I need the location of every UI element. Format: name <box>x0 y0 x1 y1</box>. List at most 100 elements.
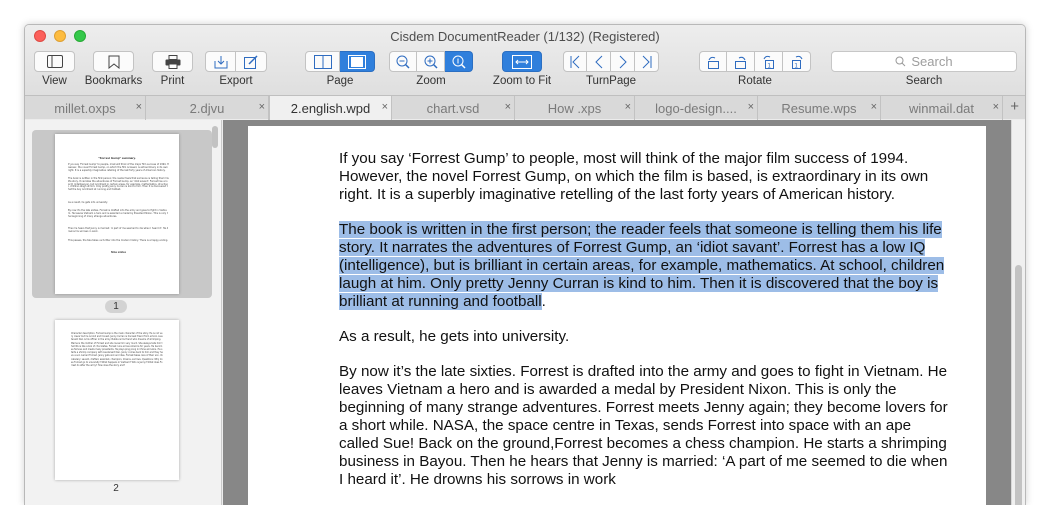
thumbnail-text: As a result, he gets into university. <box>68 201 108 204</box>
close-tab-icon[interactable]: × <box>748 101 754 113</box>
chevron-left-icon <box>594 55 602 68</box>
rotate-page-left-icon: 1 <box>763 55 774 69</box>
fit-width-icon <box>512 54 532 69</box>
printer-icon <box>165 54 180 69</box>
zoom-in-icon <box>424 55 438 69</box>
chevron-right-icon <box>619 55 627 68</box>
next-page-button[interactable] <box>611 51 635 72</box>
zoom-to-fit-button[interactable] <box>502 51 542 72</box>
svg-text:1: 1 <box>767 62 771 69</box>
close-tab-icon[interactable]: × <box>505 101 511 113</box>
page-thumbnail-1[interactable]: "Forrest Gump" summary. If you say 'Forr… <box>55 134 179 294</box>
view-button[interactable] <box>34 51 75 72</box>
two-column-icon <box>313 54 332 69</box>
export-label: Export <box>219 75 253 87</box>
paragraph-tail: . <box>541 293 546 310</box>
rotate-right-icon <box>734 56 746 69</box>
search-label: Search <box>905 75 943 87</box>
thumbnail-title: "Forrest Gump" summary. <box>98 156 136 160</box>
page-label: Page <box>326 75 354 87</box>
paragraph: As a result, he gets into university. <box>339 328 570 345</box>
window-title: Cisdem DocumentReader (1/132) (Registere… <box>390 29 660 44</box>
thumbnail-text: By now it's the late sixties. Forrest is… <box>68 209 168 218</box>
rotate-right-button[interactable] <box>727 51 755 72</box>
svg-text:1: 1 <box>794 62 798 69</box>
rotate-page-right-button[interactable]: 1 <box>783 51 811 72</box>
close-tab-icon[interactable]: × <box>382 101 388 113</box>
thumbnail-signature: Nina smiles <box>111 251 126 254</box>
document-text[interactable]: If you say ‘Forrest Gump’ to people, mos… <box>339 150 954 505</box>
new-tab-button[interactable]: + <box>1010 98 1019 115</box>
document-page: If you say ‘Forrest Gump’ to people, mos… <box>248 126 986 505</box>
page-layout-icon <box>348 54 366 69</box>
sidebar-scrollbar[interactable] <box>212 126 218 148</box>
zoom-label: Zoom <box>416 75 446 87</box>
page-number-1: 1 <box>105 300 127 313</box>
rotate-page-left-button[interactable]: 1 <box>755 51 783 72</box>
search-input[interactable]: Search <box>831 51 1017 72</box>
rotate-left-icon <box>708 56 719 69</box>
document-viewer: If you say ‘Forrest Gump’ to people, mos… <box>223 120 1025 505</box>
export-download-button[interactable] <box>205 51 236 72</box>
document-scroll-thumb[interactable] <box>1015 265 1022 505</box>
tab-resume-wps[interactable]: Resume.wps × <box>758 96 881 120</box>
search-placeholder: Search <box>911 54 953 69</box>
bookmark-icon <box>108 55 119 69</box>
actual-size-button[interactable] <box>445 51 473 72</box>
close-tab-icon[interactable]: × <box>993 101 999 113</box>
paragraph: If you say ‘Forrest Gump’ to people, mos… <box>339 150 929 203</box>
document-scrollbar[interactable] <box>1011 120 1025 505</box>
rotate-label: Rotate <box>738 75 772 87</box>
bookmarks-button[interactable] <box>93 51 134 72</box>
export-edit-button[interactable] <box>236 51 267 72</box>
close-tab-icon[interactable]: × <box>625 101 631 113</box>
app-window: Cisdem DocumentReader (1/132) (Registere… <box>24 24 1026 505</box>
actual-size-icon <box>452 55 466 69</box>
tab-label: winmail.dat <box>908 100 975 116</box>
page-thumbnail-2[interactable]: Character description. Forrest Gump is t… <box>55 320 179 480</box>
tab-chart-vsd[interactable]: chart.vsd × <box>392 96 515 120</box>
zoom-in-button[interactable] <box>417 51 445 72</box>
tab-label: millet.oxps <box>54 100 116 116</box>
close-tab-icon[interactable]: × <box>259 101 265 113</box>
page-number-2: 2 <box>113 483 119 494</box>
last-page-button[interactable] <box>635 51 659 72</box>
tab-winmail-dat[interactable]: winmail.dat × <box>881 96 1003 120</box>
tab-2-djvu[interactable]: 2.djvu × <box>146 96 269 120</box>
tab-how-xps[interactable]: How .xps × <box>515 96 635 120</box>
download-icon <box>214 55 227 68</box>
zoom-to-fit-label: Zoom to Fit <box>492 75 552 87</box>
thumbnail-text: The book is written in the first person;… <box>68 177 169 192</box>
tab-logo-design[interactable]: logo-design.... × <box>635 96 758 120</box>
single-page-button[interactable] <box>305 51 340 72</box>
paragraph: By now it’s the late sixties. Forrest is… <box>339 363 948 488</box>
thumbnail-text: Then he hears that Jenny is married: 'A … <box>68 227 169 233</box>
first-page-button[interactable] <box>563 51 587 72</box>
document-tab-bar: millet.oxps × 2.djvu × 2.english.wpd × c… <box>25 95 1025 120</box>
tab-2-english-wpd[interactable]: 2.english.wpd × <box>269 96 392 120</box>
thumbnail-text: This passes, the tale takes us further i… <box>68 239 169 242</box>
tab-millet-oxps[interactable]: millet.oxps × <box>25 96 146 120</box>
tab-label: chart.vsd <box>426 100 480 116</box>
rotate-page-right-icon: 1 <box>791 55 802 69</box>
previous-page-button[interactable] <box>587 51 611 72</box>
continuous-page-button[interactable] <box>340 51 375 72</box>
close-tab-icon[interactable]: × <box>136 101 142 113</box>
paragraph: The book is written in the first person;… <box>339 221 954 311</box>
print-label: Print <box>160 75 185 87</box>
tab-label: Resume.wps <box>781 100 857 116</box>
thumbnail-text: Character description. Forrest Gump is t… <box>71 332 163 368</box>
close-tab-icon[interactable]: × <box>871 101 877 113</box>
thumbnail-sidebar: "Forrest Gump" summary. If you say 'Forr… <box>25 120 222 505</box>
tab-label: logo-design.... <box>655 100 737 116</box>
print-button[interactable] <box>152 51 193 72</box>
bookmarks-label: Bookmarks <box>84 75 143 87</box>
thumbnail-text: If you say 'Forrest Gump' to people, mos… <box>68 163 169 172</box>
search-icon <box>895 56 906 67</box>
rotate-left-button[interactable] <box>699 51 727 72</box>
titlebar: Cisdem DocumentReader (1/132) (Registere… <box>25 25 1025 120</box>
turnpage-label: TurnPage <box>585 75 637 87</box>
tab-label: 2.djvu <box>189 100 225 116</box>
tab-label: How .xps <box>547 100 602 116</box>
zoom-out-button[interactable] <box>389 51 417 72</box>
